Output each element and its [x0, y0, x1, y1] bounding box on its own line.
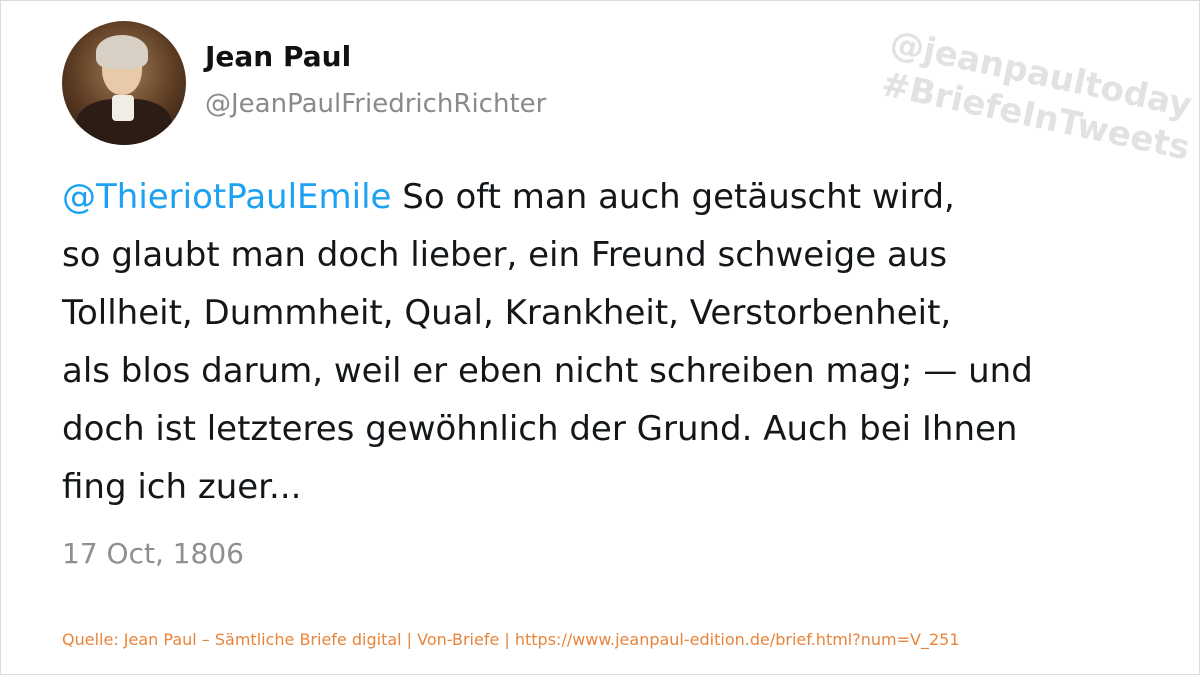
source-citation: Quelle: Jean Paul – Sämtliche Briefe dig…	[62, 630, 960, 649]
avatar-hair	[96, 35, 148, 69]
tweet-line: So oft man auch getäuscht wird,	[391, 177, 955, 217]
avatar-collar	[112, 95, 134, 121]
tweet-date: 17 Oct, 1806	[62, 537, 244, 570]
mention-link[interactable]: @ThieriotPaulEmile	[62, 177, 391, 217]
author-name[interactable]: Jean Paul	[205, 40, 351, 73]
tweet-line: doch ist letzteres gewöhnlich der Grund.…	[62, 409, 1018, 449]
tweet-text: @ThieriotPaulEmile So oft man auch getäu…	[62, 168, 1033, 516]
author-handle[interactable]: @JeanPaulFriedrichRichter	[205, 89, 546, 119]
tweet-line: Tollheit, Dummheit, Qual, Krankheit, Ver…	[62, 293, 952, 333]
tweet-line: so glaubt man doch lieber, ein Freund sc…	[62, 235, 948, 275]
tweet-line: fing ich zuer...	[62, 467, 302, 507]
tweet-line: als blos darum, weil er eben nicht schre…	[62, 351, 1033, 391]
avatar[interactable]	[62, 21, 186, 145]
